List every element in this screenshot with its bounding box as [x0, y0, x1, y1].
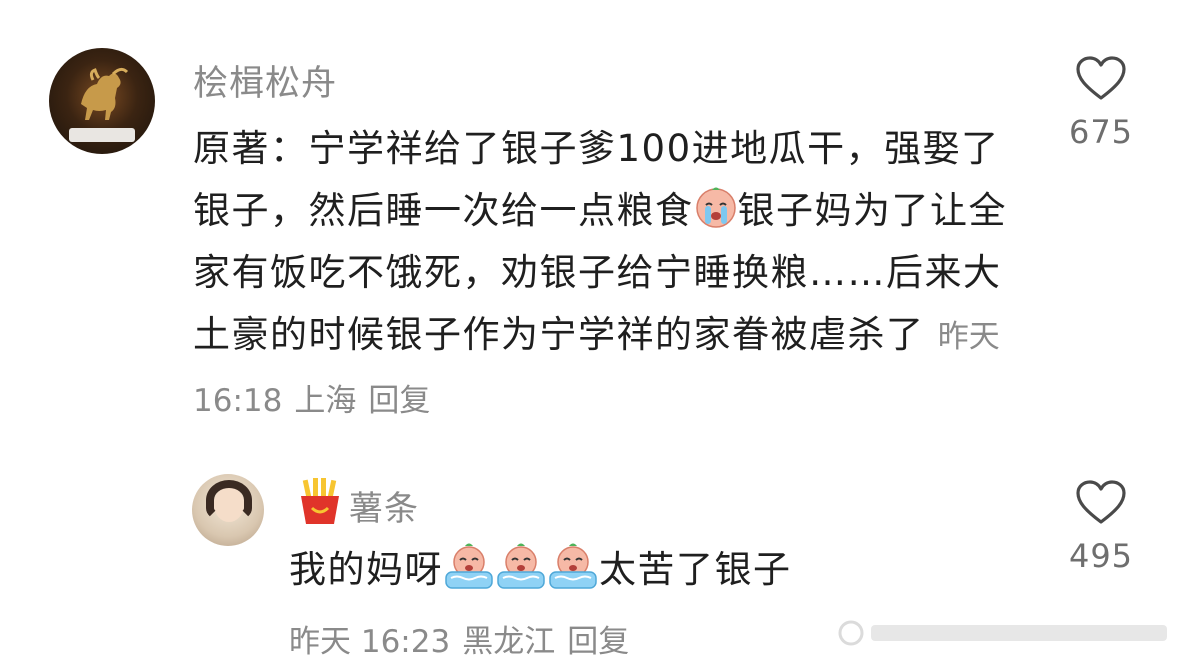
- horse-statue-image: [81, 67, 129, 120]
- reply-text: 我的妈呀 太苦了银子: [289, 542, 792, 598]
- watermark-logo: [838, 620, 1167, 646]
- reply-time: 昨天 16:23: [289, 624, 451, 660]
- comment-location: 上海: [294, 383, 357, 419]
- statue-base: [69, 128, 135, 142]
- reply-like-area: 495: [1041, 479, 1161, 575]
- heart-icon[interactable]: [1075, 479, 1127, 525]
- crying-bathing-emoji-icon: [445, 543, 493, 589]
- reply-location: 黑龙江: [462, 624, 556, 660]
- username[interactable]: 桧楫松舟: [193, 55, 337, 106]
- reply-reply-button[interactable]: 回复: [567, 624, 629, 660]
- fries-icon: [301, 478, 339, 524]
- comment-text: 原著：宁学祥给了银子爹100进地瓜干，强娶了银子，然后睡一次给一点粮食 银子妈为…: [193, 118, 1023, 432]
- reply-text-before: 我的妈呀: [289, 548, 443, 591]
- like-area: 675: [1041, 55, 1161, 151]
- heart-icon[interactable]: [1075, 55, 1127, 101]
- reply-avatar[interactable]: [192, 474, 264, 546]
- reply-like-count: 495: [1068, 537, 1134, 575]
- reply-username[interactable]: 薯条: [349, 481, 419, 530]
- reply-button[interactable]: 回复: [368, 383, 430, 419]
- crying-bathing-emoji-icon: [497, 543, 545, 589]
- crying-bathing-emoji-icon: [549, 543, 597, 589]
- avatar[interactable]: [49, 48, 155, 154]
- avatar-hair: [206, 480, 252, 520]
- crying-face-emoji-icon: [695, 187, 736, 228]
- reply-meta: 昨天 16:23 黑龙江 回复: [289, 616, 641, 661]
- reply-emoji-group: [443, 543, 599, 591]
- like-count: 675: [1068, 113, 1134, 151]
- reply-text-after: 太苦了银子: [599, 548, 792, 591]
